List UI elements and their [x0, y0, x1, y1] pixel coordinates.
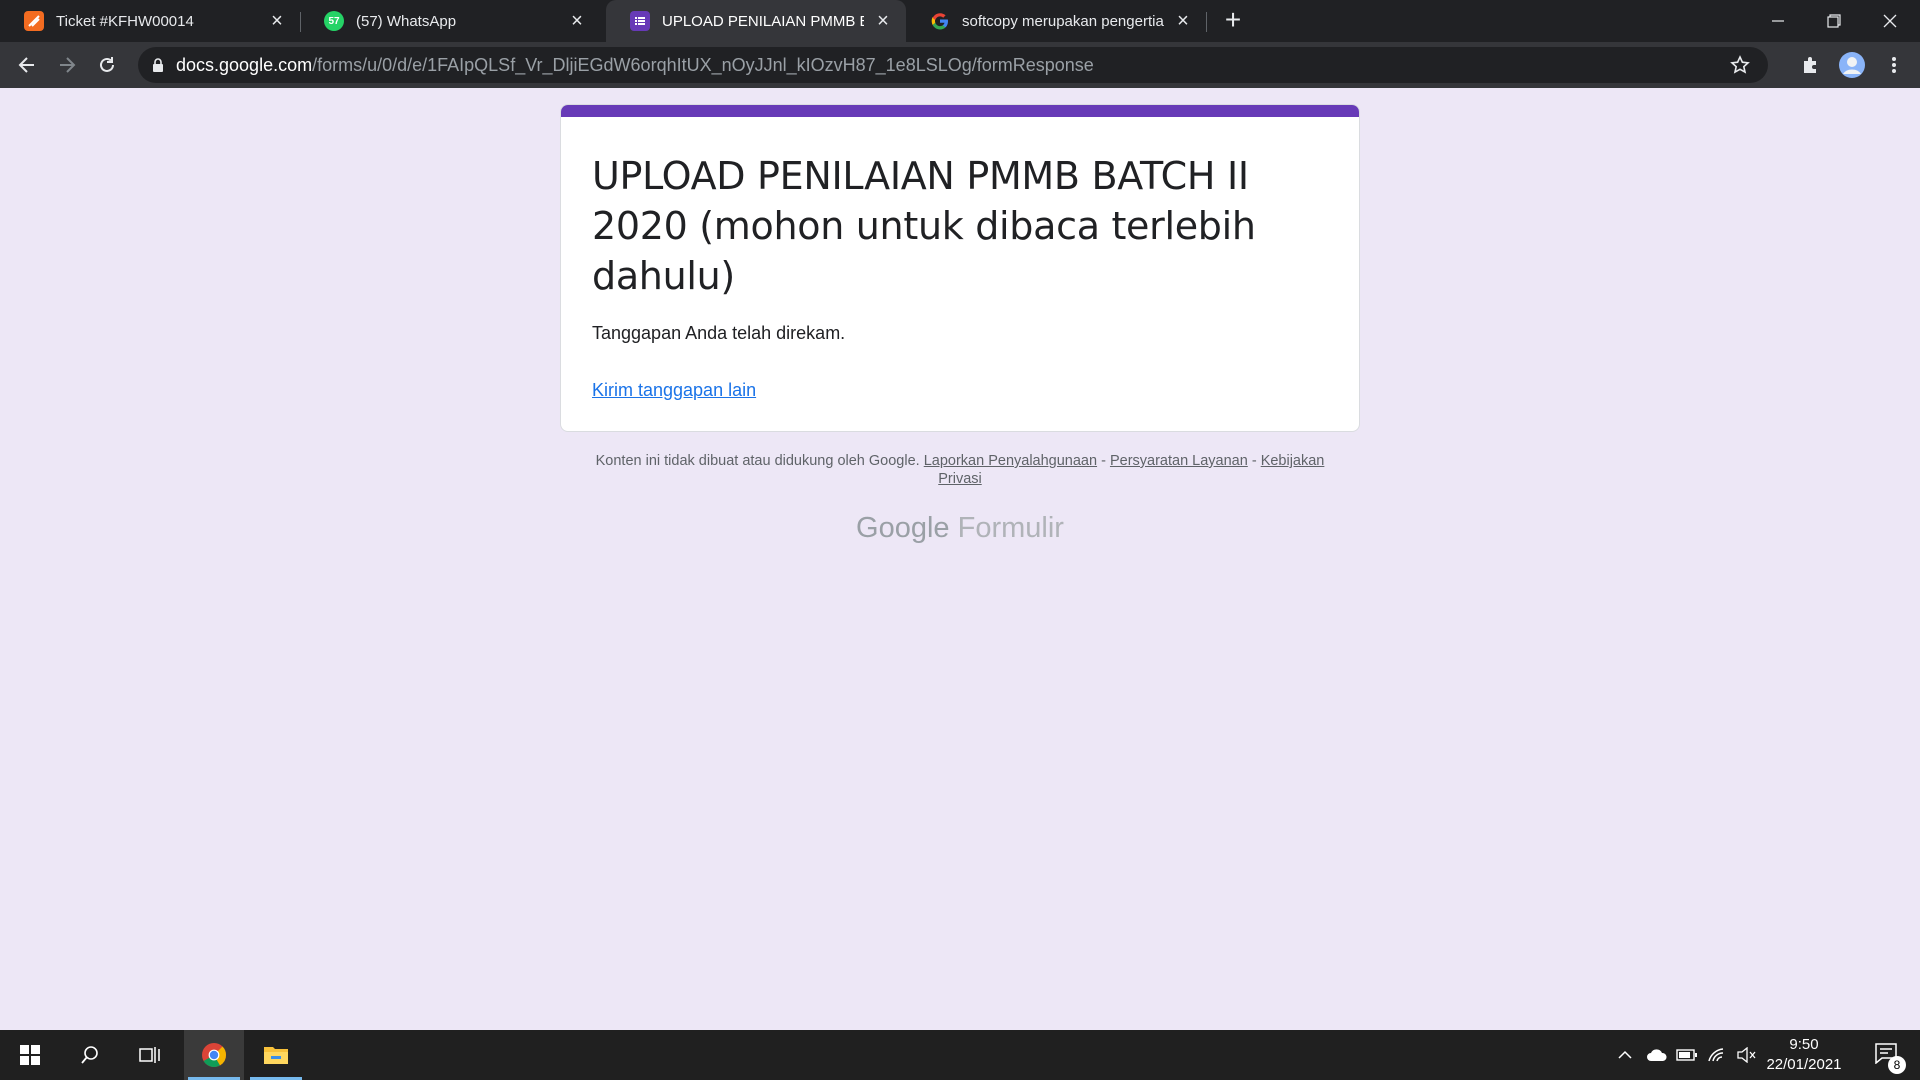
google-forms-icon	[630, 11, 650, 31]
reload-icon	[100, 57, 114, 72]
battery-icon[interactable]	[1676, 1044, 1698, 1066]
whatsapp-icon: 57	[324, 11, 344, 31]
back-button[interactable]	[13, 51, 41, 79]
onedrive-icon[interactable]	[1646, 1044, 1668, 1066]
whatsapp-badge: 57	[328, 15, 340, 27]
start-icon	[20, 1045, 40, 1065]
form-accent-bar	[561, 105, 1359, 117]
action-center-button[interactable]: 8	[1874, 1042, 1906, 1074]
disclaimer-text: Konten ini tidak dibuat atau didukung ol…	[595, 453, 920, 469]
form-title: UPLOAD PENILAIAN PMMB BATCH II 2020 (moh…	[592, 154, 1256, 298]
arrow-left-icon	[18, 57, 34, 73]
taskbar-search-button[interactable]	[60, 1030, 120, 1080]
brand-google: Google	[856, 512, 950, 544]
restore-button[interactable]	[1806, 0, 1862, 42]
address-bar[interactable]: docs.google.com/forms/u/0/d/e/1FAIpQLSf_…	[138, 47, 1768, 83]
close-icon[interactable]: ×	[1172, 10, 1194, 32]
windows-taskbar: 9:50 22/01/2021 8	[0, 1030, 1920, 1080]
tab-ticket[interactable]: Ticket #KFHW00014 ×	[0, 0, 300, 42]
footer-disclaimer: Konten ini tidak dibuat atau didukung ol…	[580, 452, 1340, 488]
notification-count-badge: 8	[1888, 1056, 1906, 1074]
system-clock[interactable]: 9:50 22/01/2021	[1754, 1035, 1854, 1075]
task-view-icon	[139, 1047, 160, 1063]
minimize-icon	[1772, 20, 1784, 22]
minimize-button[interactable]	[1750, 0, 1806, 42]
tab-google-search[interactable]: softcopy merupakan pengertian ×	[906, 0, 1206, 42]
bookmark-star-icon[interactable]	[1730, 55, 1750, 80]
extensions-button[interactable]	[1797, 51, 1825, 79]
start-button[interactable]	[0, 1030, 60, 1080]
tab-google-forms[interactable]: UPLOAD PENILAIAN PMMB BATCH ×	[606, 0, 906, 42]
puzzle-icon	[1804, 57, 1816, 73]
tab-whatsapp[interactable]: 57 (57) WhatsApp ×	[300, 0, 600, 42]
chrome-menu-button[interactable]	[1880, 51, 1908, 79]
browser-toolbar: docs.google.com/forms/u/0/d/e/1FAIpQLSf_…	[0, 42, 1920, 88]
form-response-card: UPLOAD PENILAIAN PMMB BATCH II 2020 (moh…	[560, 104, 1360, 432]
wifi-icon[interactable]	[1706, 1044, 1728, 1066]
arrow-right-icon	[60, 57, 76, 73]
close-window-button[interactable]	[1862, 0, 1918, 42]
clock-date: 22/01/2021	[1766, 1056, 1842, 1073]
google-icon	[930, 11, 950, 31]
ticket-favicon-icon	[24, 11, 44, 31]
chrome-icon	[202, 1043, 227, 1068]
url-path: /forms/u/0/d/e/1FAIpQLSf_Vr_DljiEGdW6orq…	[312, 54, 1094, 75]
file-explorer-icon	[264, 1047, 288, 1064]
tab-label: (57) WhatsApp	[356, 12, 457, 30]
lock-icon[interactable]	[152, 58, 164, 72]
brand-product: Formulir	[957, 512, 1064, 544]
confirmation-message: Tanggapan Anda telah direkam.	[592, 323, 846, 343]
restore-icon	[1827, 14, 1841, 28]
tab-divider	[1206, 12, 1207, 32]
close-icon[interactable]: ×	[872, 10, 894, 32]
tab-strip: Ticket #KFHW00014 × 57 (57) WhatsApp × U…	[0, 0, 1920, 42]
google-forms-logo[interactable]: Google Formulir	[760, 512, 1160, 545]
taskbar-file-explorer[interactable]	[246, 1030, 306, 1080]
profile-avatar[interactable]	[1838, 51, 1866, 79]
url-host: docs.google.com	[176, 54, 313, 75]
taskbar-chrome[interactable]	[184, 1030, 244, 1080]
clock-time: 9:50	[1789, 1036, 1819, 1053]
more-vert-icon	[1892, 57, 1896, 73]
separator: -	[1097, 453, 1110, 469]
search-icon	[81, 1046, 98, 1064]
tab-label: softcopy merupakan pengertian	[962, 12, 1164, 30]
separator: -	[1247, 453, 1261, 469]
close-window-icon	[1883, 14, 1897, 28]
terms-link[interactable]: Persyaratan Layanan	[1110, 453, 1248, 469]
show-hidden-icons-button[interactable]	[1614, 1044, 1636, 1066]
report-abuse-link[interactable]: Laporkan Penyalahgunaan	[924, 453, 1097, 469]
close-icon[interactable]: ×	[566, 10, 588, 32]
tab-label: Ticket #KFHW00014	[56, 12, 194, 30]
reload-button[interactable]	[93, 51, 121, 79]
new-tab-button[interactable]: +	[1218, 6, 1248, 36]
avatar-icon	[1839, 52, 1865, 78]
tab-label: UPLOAD PENILAIAN PMMB BATCH	[662, 12, 864, 30]
forward-button[interactable]	[53, 51, 81, 79]
chevron-up-icon	[1618, 1050, 1632, 1059]
submit-another-response-link[interactable]: Kirim tanggapan lain	[592, 380, 756, 401]
task-view-button[interactable]	[120, 1030, 180, 1080]
close-icon[interactable]: ×	[266, 10, 288, 32]
